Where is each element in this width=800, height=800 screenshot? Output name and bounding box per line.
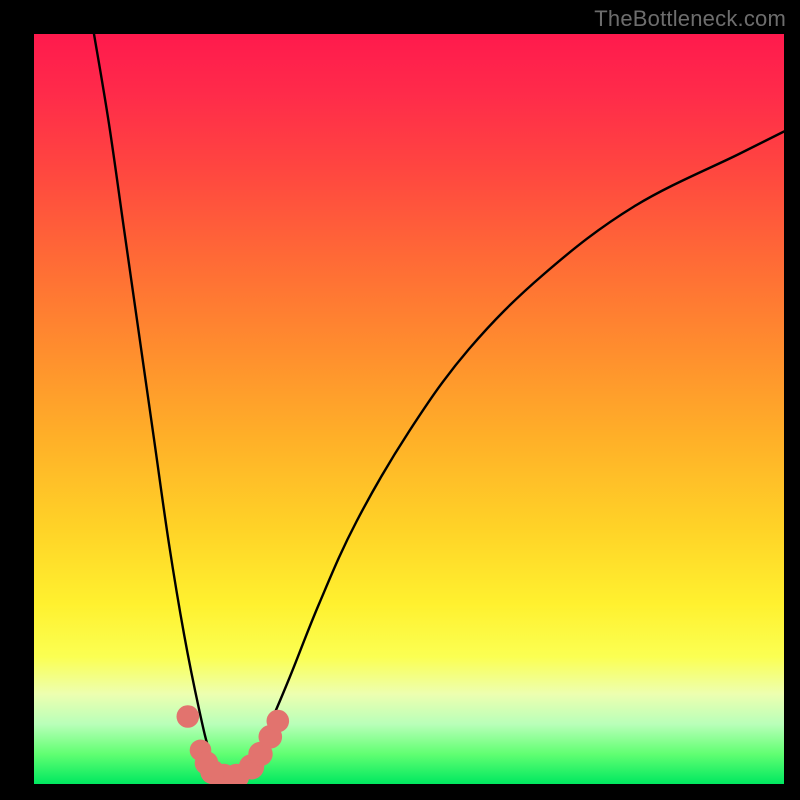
- curve-marker: [177, 705, 200, 728]
- plot-area: [34, 34, 784, 784]
- chart-frame: TheBottleneck.com: [0, 0, 800, 800]
- curve-marker: [267, 710, 290, 733]
- curve-layer: [34, 34, 784, 784]
- watermark-text: TheBottleneck.com: [594, 6, 786, 32]
- curve-markers: [177, 705, 290, 784]
- bottleneck-curve: [94, 34, 784, 779]
